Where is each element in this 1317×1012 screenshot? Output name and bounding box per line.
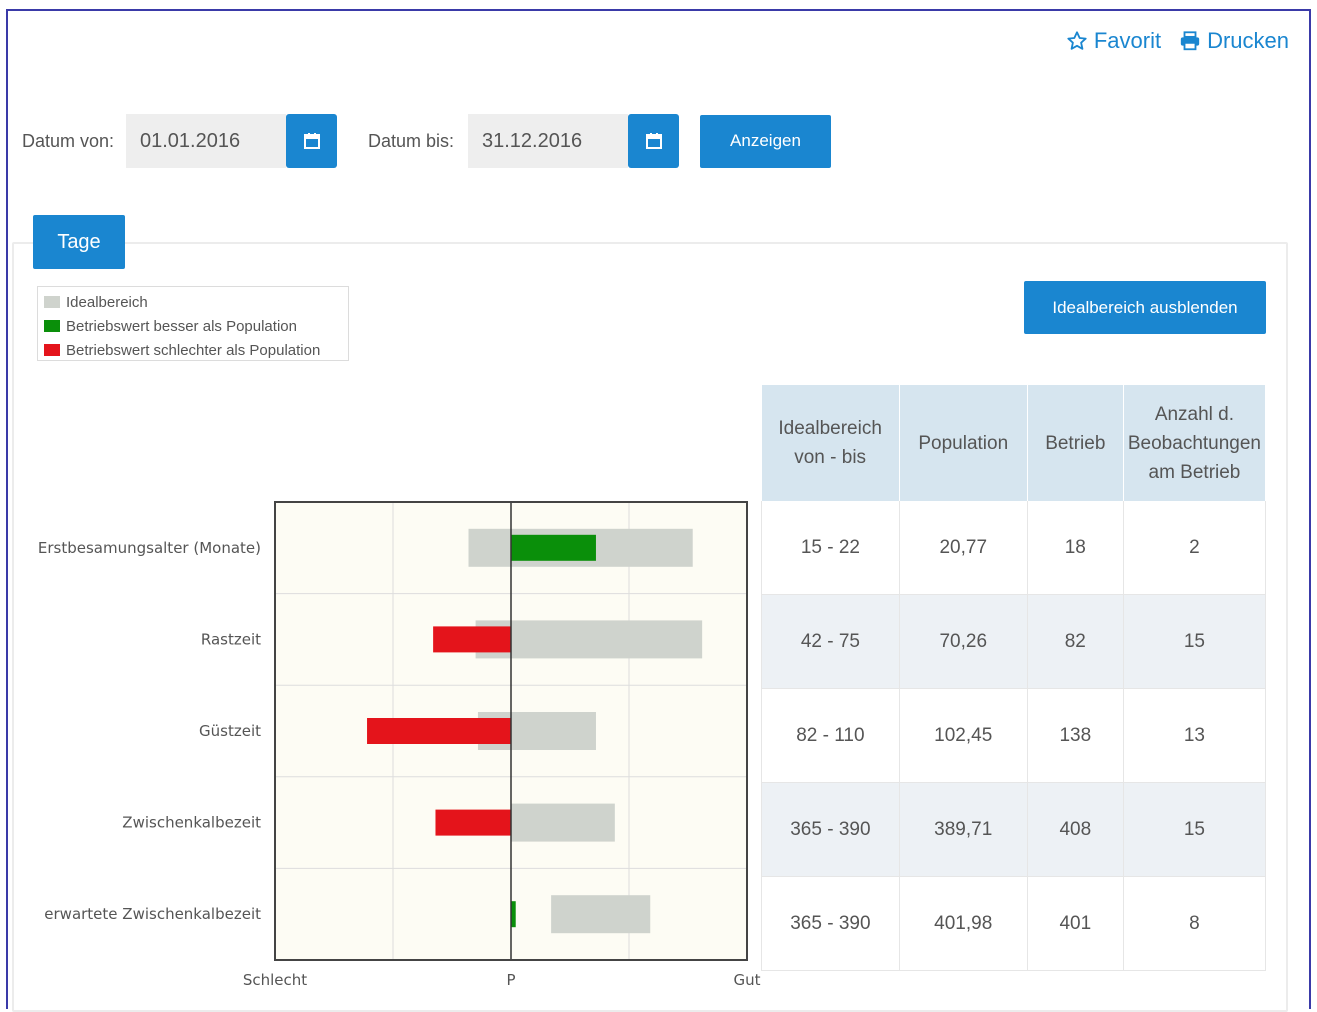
legend-label-worse: Betriebswert schlechter als Population	[66, 341, 321, 359]
favorite-link[interactable]: Favorit	[1066, 28, 1161, 54]
col-header-betrieb: Betrieb	[1027, 385, 1124, 501]
chart-legend: Idealbereich Betriebswert besser als Pop…	[37, 286, 349, 361]
date-to-label: Datum bis:	[368, 130, 455, 151]
category-label: erwartete Zwischenkalbezeit	[44, 905, 261, 923]
legend-item-worse: Betriebswert schlechter als Population	[44, 338, 342, 362]
date-from-input[interactable]	[126, 114, 286, 168]
legend-item-ideal: Idealbereich	[44, 290, 342, 314]
legend-label-ideal: Idealbereich	[66, 293, 148, 311]
cell-count: 13	[1122, 688, 1267, 783]
cell-betrieb: 82	[1026, 594, 1124, 689]
show-button[interactable]: Anzeigen	[700, 114, 831, 168]
table-row: 15 - 22 20,77 18 2	[761, 501, 1267, 595]
ideal-range-bar	[551, 895, 651, 934]
cell-ideal: 82 - 110	[761, 688, 900, 783]
cell-count: 8	[1122, 876, 1267, 971]
cell-betrieb: 138	[1026, 688, 1124, 783]
value-bar	[511, 534, 596, 561]
cell-ideal: 365 - 390	[761, 876, 900, 971]
col-header-count: Anzahl d. Beobachtungen am Betrieb	[1123, 385, 1267, 501]
category-label: Güstzeit	[199, 722, 261, 740]
comparison-chart: Erstbesamungsalter (Monate) Rastzeit Güstz…	[38, 501, 761, 989]
cell-ideal: 365 - 390	[761, 782, 900, 877]
date-to-input[interactable]	[468, 114, 628, 168]
print-label: Drucken	[1207, 28, 1289, 53]
ideal-range-bar	[511, 803, 615, 842]
cell-betrieb: 408	[1026, 782, 1124, 877]
x-tick-label: Gut	[733, 971, 760, 989]
legend-swatch-better	[44, 320, 60, 332]
star-icon	[1067, 31, 1087, 50]
hide-ideal-range-button[interactable]: Idealbereich ausblenden	[1024, 281, 1266, 334]
cell-count: 15	[1122, 782, 1267, 877]
legend-label-better: Betriebswert besser als Population	[66, 317, 297, 335]
cell-population: 389,71	[898, 782, 1028, 877]
table-row: 365 - 390 389,71 408 15	[761, 782, 1267, 877]
legend-swatch-ideal	[44, 296, 60, 308]
category-label: Rastzeit	[201, 630, 261, 648]
calendar-icon	[645, 133, 662, 149]
cell-population: 401,98	[898, 876, 1028, 971]
x-tick-label: Schlecht	[243, 971, 307, 989]
table-row: 82 - 110 102,45 138 13	[761, 688, 1267, 783]
table-row: 365 - 390 401,98 401 8	[761, 876, 1267, 971]
cell-count: 2	[1122, 501, 1267, 595]
value-bar	[367, 718, 511, 744]
calendar-icon	[303, 133, 320, 149]
category-label: Erstbesamungsalter (Monate)	[38, 539, 261, 557]
cell-count: 15	[1122, 594, 1267, 689]
value-bar	[433, 626, 511, 653]
cell-population: 20,77	[898, 501, 1028, 595]
data-table: Idealbereich von - bis Population Betrie…	[761, 385, 1267, 971]
cell-population: 70,26	[898, 594, 1028, 689]
printer-icon	[1180, 31, 1200, 51]
date-from-calendar-button[interactable]	[286, 114, 337, 168]
date-from-label: Datum von:	[22, 130, 115, 151]
top-actions: Favorit Drucken	[1066, 28, 1289, 54]
col-header-population: Population	[899, 385, 1028, 501]
table-row: 42 - 75 70,26 82 15	[761, 594, 1267, 689]
favorite-label: Favorit	[1093, 28, 1162, 53]
cell-betrieb: 401	[1026, 876, 1124, 971]
x-tick-label: P	[506, 971, 515, 989]
legend-swatch-worse	[44, 344, 60, 356]
col-header-ideal: Idealbereich von - bis	[761, 385, 900, 501]
legend-item-better: Betriebswert besser als Population	[44, 314, 342, 338]
tab-tage[interactable]: Tage	[33, 215, 125, 269]
cell-ideal: 15 - 22	[761, 501, 900, 595]
cell-betrieb: 18	[1026, 501, 1124, 595]
date-filter: Datum von: Datum bis: Anzeigen	[22, 114, 831, 168]
date-to-calendar-button[interactable]	[628, 114, 679, 168]
value-bar	[435, 809, 511, 836]
cell-ideal: 42 - 75	[761, 594, 900, 689]
category-label: Zwischenkalbezeit	[122, 814, 261, 832]
table-header-row: Idealbereich von - bis Population Betrie…	[761, 385, 1267, 501]
cell-population: 102,45	[898, 688, 1028, 783]
print-link[interactable]: Drucken	[1179, 28, 1289, 54]
